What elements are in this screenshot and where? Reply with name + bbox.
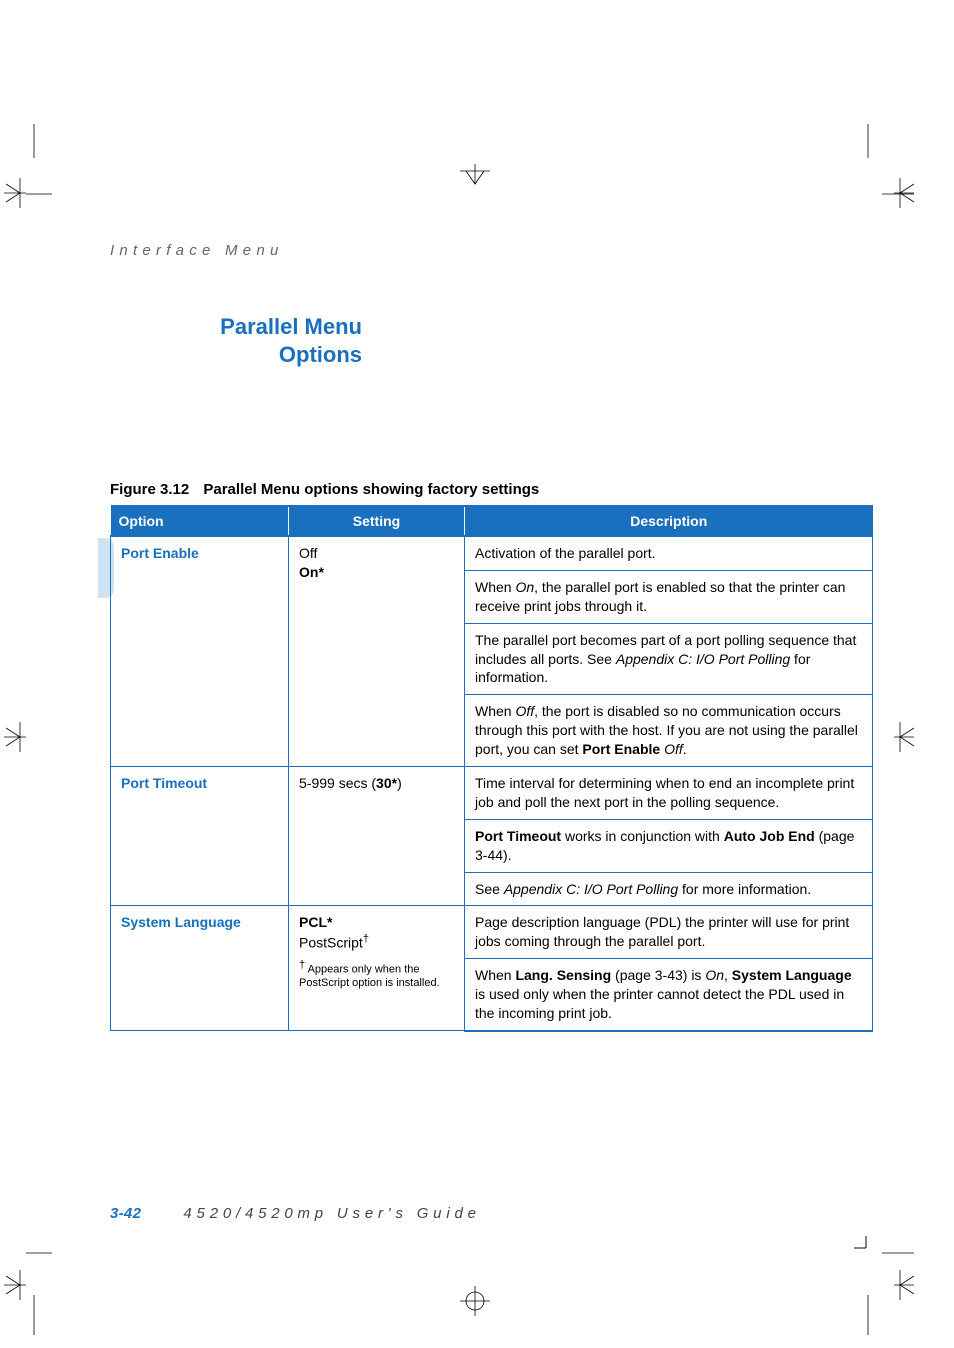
- desc-text: When: [475, 703, 515, 719]
- heading-line1: Parallel Menu: [220, 314, 362, 339]
- desc-text: Activation of the parallel port.: [475, 545, 656, 561]
- option-name: Port Enable: [121, 545, 199, 561]
- setting-value: Off: [299, 545, 317, 561]
- desc-text: See: [475, 881, 504, 897]
- crop-mark-bottom-left: [26, 1245, 54, 1335]
- description-cell: The parallel port becomes part of a port…: [465, 623, 873, 695]
- registration-mark-bottom: [460, 1286, 490, 1316]
- setting-footnote: † Appears only when the PostScript optio…: [299, 959, 454, 991]
- desc-bold: Lang. Sensing: [515, 967, 611, 983]
- page-content: Interface Menu Parallel Menu Options: [110, 242, 870, 368]
- desc-text: Time interval for determining when to en…: [475, 775, 854, 810]
- arrow-mark-right-bottom: [894, 1270, 920, 1300]
- option-cell: System Language: [111, 906, 289, 1031]
- table-header-row: Option Setting Description: [111, 506, 873, 536]
- description-cell: Time interval for determining when to en…: [465, 767, 873, 820]
- header-option: Option: [111, 506, 289, 536]
- description-cell: Page description language (PDL) the prin…: [465, 906, 873, 959]
- arrow-mark-right-mid: [894, 722, 920, 752]
- setting-value-default: PCL*: [299, 914, 332, 930]
- options-table: Option Setting Description Port Enable O…: [110, 505, 873, 1032]
- guide-title: 4520/4520mp User's Guide: [183, 1205, 480, 1222]
- arrow-mark-left-mid: [0, 722, 26, 752]
- desc-bold: Port Timeout: [475, 828, 561, 844]
- corner-l-mark: [854, 1232, 882, 1250]
- desc-ital: Appendix C: I/O Port Polling: [504, 881, 678, 897]
- setting-cell: PCL* PostScript† † Appears only when the…: [289, 906, 465, 1031]
- setting-cell: Off On*: [289, 536, 465, 767]
- description-cell: When Lang. Sensing (page 3-43) is On, Sy…: [465, 959, 873, 1031]
- crop-mark-top-left: [26, 124, 54, 214]
- description-cell: When On, the parallel port is enabled so…: [465, 570, 873, 623]
- description-cell: Port Timeout works in conjunction with A…: [465, 819, 873, 872]
- header-description: Description: [465, 506, 873, 536]
- desc-bold: Auto Job End: [724, 828, 815, 844]
- desc-text: When: [475, 579, 515, 595]
- setting-cell: 5-999 secs (30*): [289, 767, 465, 906]
- desc-text: When: [475, 967, 515, 983]
- table-row: Port Enable Off On* Activation of the pa…: [111, 536, 873, 570]
- desc-text: works in conjunction with: [561, 828, 724, 844]
- description-cell: See Appendix C: I/O Port Polling for mor…: [465, 872, 873, 906]
- desc-ital: Off: [664, 741, 683, 757]
- option-name: System Language: [121, 914, 241, 930]
- footnote-text: Appears only when the PostScript option …: [299, 964, 440, 990]
- dagger-mark: †: [363, 933, 369, 945]
- figure-caption: Figure 3.12 Parallel Menu options showin…: [110, 481, 539, 498]
- running-header: Interface Menu: [110, 242, 870, 259]
- description-cell: Activation of the parallel port.: [465, 536, 873, 570]
- page-footer: 3-42 4520/4520mp User's Guide: [110, 1205, 481, 1222]
- section-heading: Parallel Menu Options: [158, 313, 362, 368]
- option-name: Port Timeout: [121, 775, 207, 791]
- desc-text: is used only when the printer cannot det…: [475, 986, 844, 1021]
- setting-value: PostScript: [299, 935, 363, 951]
- page-number: 3-42: [110, 1205, 141, 1222]
- table-row: System Language PCL* PostScript† † Appea…: [111, 906, 873, 959]
- setting-value-default: 30*: [376, 775, 397, 791]
- desc-text: Page description language (PDL) the prin…: [475, 914, 849, 949]
- option-cell: Port Enable: [111, 536, 289, 767]
- registration-mark-top: [460, 164, 490, 188]
- desc-bold: System Language: [732, 967, 852, 983]
- desc-ital: On: [705, 967, 724, 983]
- desc-text: for more information.: [678, 881, 811, 897]
- desc-ital: Off: [515, 703, 534, 719]
- table-row: Port Timeout 5-999 secs (30*) Time inter…: [111, 767, 873, 820]
- setting-value: 5-999 secs (: [299, 775, 376, 791]
- figure-title: Parallel Menu options showing factory se…: [203, 481, 539, 498]
- desc-bold: Port Enable: [582, 741, 660, 757]
- desc-text: .: [683, 741, 687, 757]
- header-setting: Setting: [289, 506, 465, 536]
- desc-ital: On: [515, 579, 534, 595]
- setting-value-default: On*: [299, 564, 324, 580]
- arrow-mark-right-top: [894, 178, 920, 208]
- desc-text: (page 3-43) is: [611, 967, 705, 983]
- dagger-mark: †: [299, 959, 305, 971]
- arrow-mark-left-top: [0, 178, 26, 208]
- arrow-mark-left-bottom: [0, 1270, 26, 1300]
- figure-number: Figure 3.12: [110, 481, 189, 498]
- desc-text: ,: [724, 967, 732, 983]
- heading-line2: Options: [279, 342, 362, 367]
- option-cell: Port Timeout: [111, 767, 289, 906]
- desc-ital: Appendix C: I/O Port Polling: [616, 651, 790, 667]
- setting-value: ): [397, 775, 402, 791]
- description-cell: When Off, the port is disabled so no com…: [465, 695, 873, 767]
